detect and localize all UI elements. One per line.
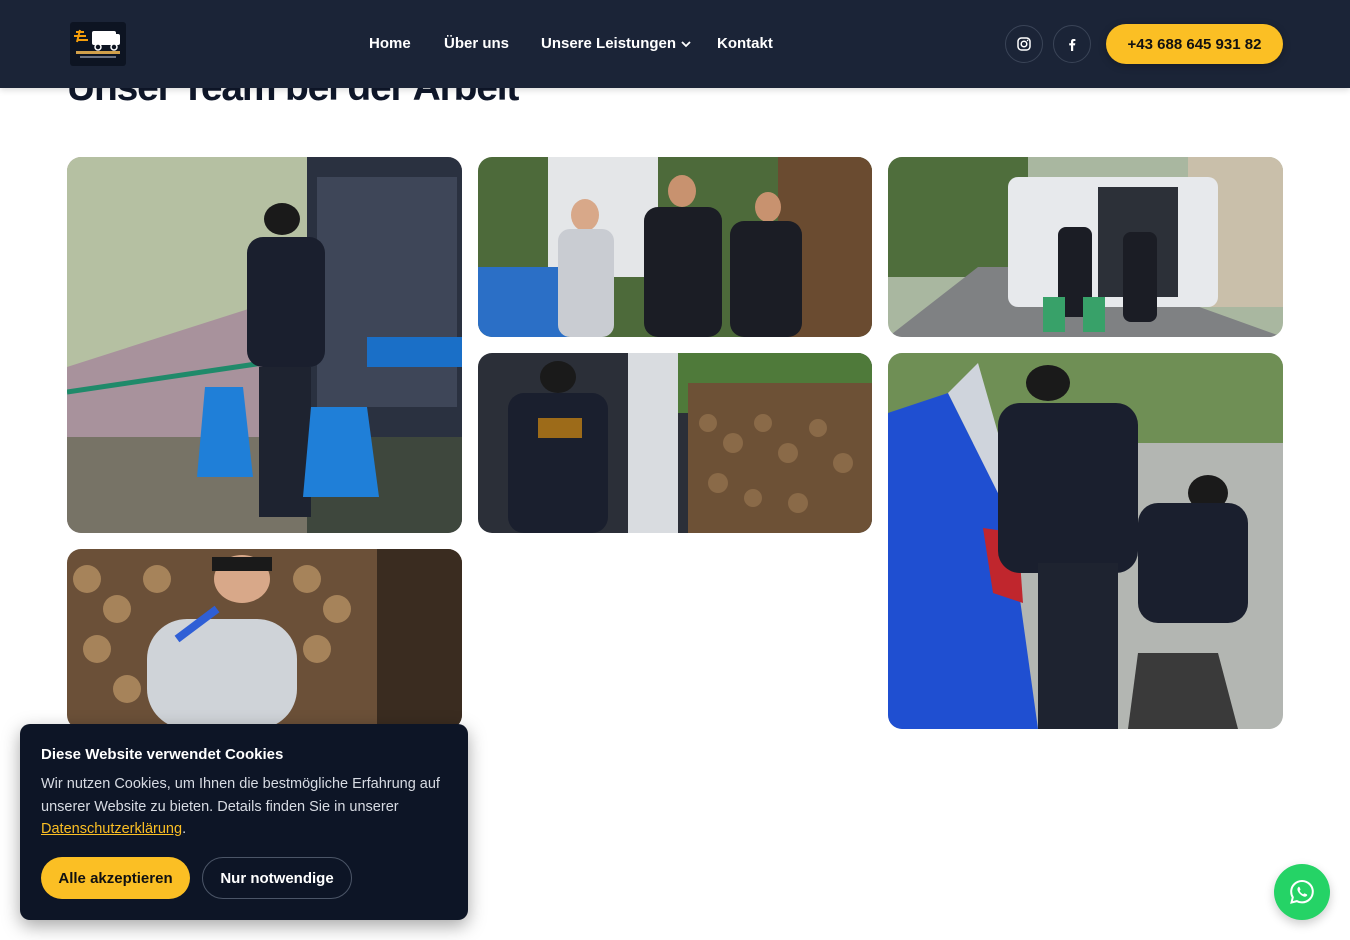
cookie-title: Diese Website verwendet Cookies	[41, 746, 284, 763]
site-logo[interactable]	[70, 22, 126, 66]
chevron-down-icon	[681, 40, 691, 47]
gallery-image-team-member-carrying-bags[interactable]	[67, 157, 462, 533]
facebook-icon	[1069, 38, 1076, 51]
nav-home[interactable]: Home	[369, 35, 411, 52]
gallery-photo	[67, 157, 462, 533]
nav-about[interactable]: Über uns	[444, 35, 509, 52]
instagram-icon	[1017, 37, 1031, 51]
gallery-image-team-at-van-firewood[interactable]	[478, 353, 872, 533]
phone-button[interactable]: +43 688 645 931 82	[1106, 24, 1283, 64]
gallery-photo	[888, 157, 1283, 337]
cookie-text-suffix: .	[182, 821, 187, 837]
nav-home-label: Home	[369, 35, 411, 52]
accept-all-button[interactable]: Alle akzeptieren	[41, 857, 190, 899]
privacy-policy-link[interactable]: Datenschutzerklärung	[41, 821, 182, 837]
necessary-only-button[interactable]: Nur notwendige	[202, 857, 352, 899]
gallery-image-team-loading-car[interactable]	[888, 353, 1283, 729]
nav-contact[interactable]: Kontakt	[717, 35, 773, 52]
nav-services-label: Unsere Leistungen	[541, 35, 677, 52]
cookie-banner: Diese Website verwendet Cookies Wir nutz…	[20, 724, 468, 920]
gallery-image-customer-by-firewood[interactable]	[67, 549, 462, 729]
truck-logo-icon	[74, 29, 120, 58]
nav-about-label: Über uns	[444, 35, 510, 52]
gallery-photo	[888, 353, 1283, 729]
nav-contact-label: Kontakt	[717, 35, 773, 52]
facebook-button[interactable]	[1053, 25, 1091, 63]
cookie-body: Wir nutzen Cookies, um Ihnen die bestmög…	[41, 776, 440, 815]
gallery-photo	[67, 549, 462, 729]
site-header: Home Über uns Unsere Leistungen Kontakt …	[0, 0, 1350, 88]
nav-services[interactable]: Unsere Leistungen	[541, 35, 691, 52]
gallery-photo	[478, 353, 872, 533]
gallery-image-team-at-van-street[interactable]	[888, 157, 1283, 337]
cookie-text: Wir nutzen Cookies, um Ihnen die bestmög…	[41, 773, 447, 841]
gallery-photo	[478, 157, 872, 337]
whatsapp-button[interactable]	[1274, 864, 1330, 920]
whatsapp-icon	[1290, 879, 1314, 904]
gallery-image-team-with-customer[interactable]	[478, 157, 872, 337]
instagram-button[interactable]	[1005, 25, 1043, 63]
